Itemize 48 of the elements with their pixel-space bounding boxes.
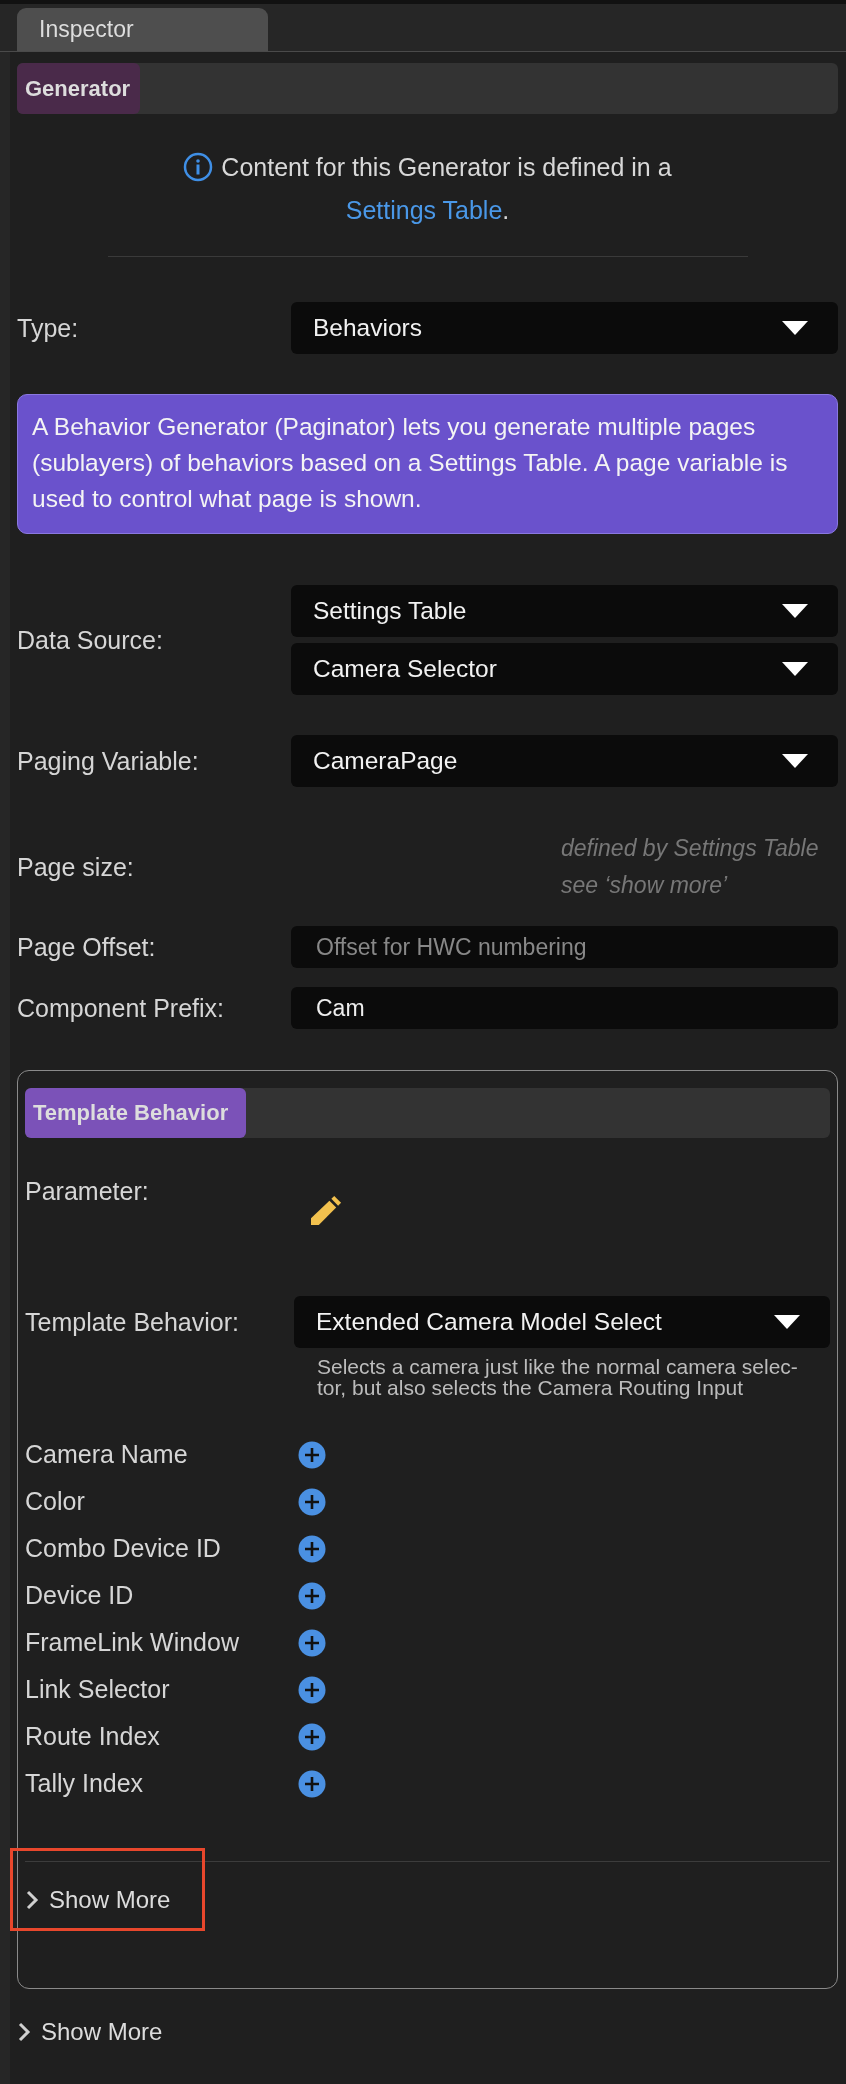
caret-icon: [782, 754, 808, 768]
dropdown[interactable]: Extended Camera Model Select: [294, 1296, 830, 1348]
parameter-label: Route Index: [25, 1722, 161, 1751]
add-icon[interactable]: [298, 1722, 326, 1751]
field-label: Parameter:: [25, 1177, 150, 1207]
parameter-label: Device ID: [25, 1581, 135, 1610]
dropdown[interactable]: Settings Table: [291, 585, 838, 637]
parameter-label: Color: [25, 1487, 86, 1516]
add-icon[interactable]: [298, 1534, 326, 1563]
description-callout: A Behavior Generator (Paginator) lets you generate multiple pages (sublayers) of behaviors based on a Settings Table. A page variable is used to control what page is shown.: [17, 394, 838, 534]
dropdown[interactable]: CameraPage: [291, 735, 838, 787]
section-title: Generator: [17, 63, 140, 114]
add-icon[interactable]: [298, 1628, 326, 1657]
add-icon[interactable]: [298, 1675, 326, 1704]
caret-icon: [782, 321, 808, 335]
field-label: Type:: [17, 313, 80, 343]
parameter-label: FrameLink Window: [25, 1628, 240, 1657]
parameter-label: Link Selector: [25, 1675, 171, 1704]
field-label: Paging Variable:: [17, 746, 200, 776]
caret-icon: [774, 1315, 800, 1329]
parameter-label: Tally Index: [25, 1769, 145, 1798]
section-title: Template Behavior: [25, 1088, 246, 1138]
field-label: Template Behavior:: [25, 1307, 240, 1337]
dropdown[interactable]: Behaviors: [291, 302, 838, 354]
input-field[interactable]: Offset for HWC numbering: [291, 926, 838, 968]
caret-icon: [782, 662, 808, 676]
parameter-label: Camera Name: [25, 1440, 189, 1469]
behavior-description: Selects a camera just like the normal camera selec- tor, but also selects the Camera Routing Input: [317, 1356, 799, 1398]
info-text: Content for this Generator is defined in a Settings Table.: [221, 153, 672, 224]
field-label: Page size:: [17, 852, 135, 882]
info-icon: [183, 152, 214, 182]
add-icon[interactable]: [298, 1581, 326, 1610]
pencil-icon[interactable]: [310, 1194, 343, 1226]
caret-icon: [782, 604, 808, 618]
inspector-tab[interactable]: Inspector: [17, 8, 268, 51]
input-field[interactable]: Cam: [291, 987, 838, 1029]
dropdown[interactable]: Camera Selector: [291, 643, 838, 695]
parameter-label: Combo Device ID: [25, 1534, 222, 1563]
show-more-link[interactable]: Show More: [25, 1886, 171, 1914]
add-icon[interactable]: [298, 1487, 326, 1516]
show-more-link[interactable]: Show More: [17, 2018, 163, 2046]
add-icon[interactable]: [298, 1769, 326, 1798]
field-label: Component Prefix:: [17, 993, 226, 1023]
field-label: Data Source:: [17, 625, 164, 655]
field-label: Page Offset:: [17, 932, 157, 962]
hint-text: defined by Settings Table see ‘show more’: [560, 834, 820, 900]
settings-table-link[interactable]: Settings Table: [345, 196, 503, 224]
add-icon[interactable]: [298, 1440, 326, 1469]
